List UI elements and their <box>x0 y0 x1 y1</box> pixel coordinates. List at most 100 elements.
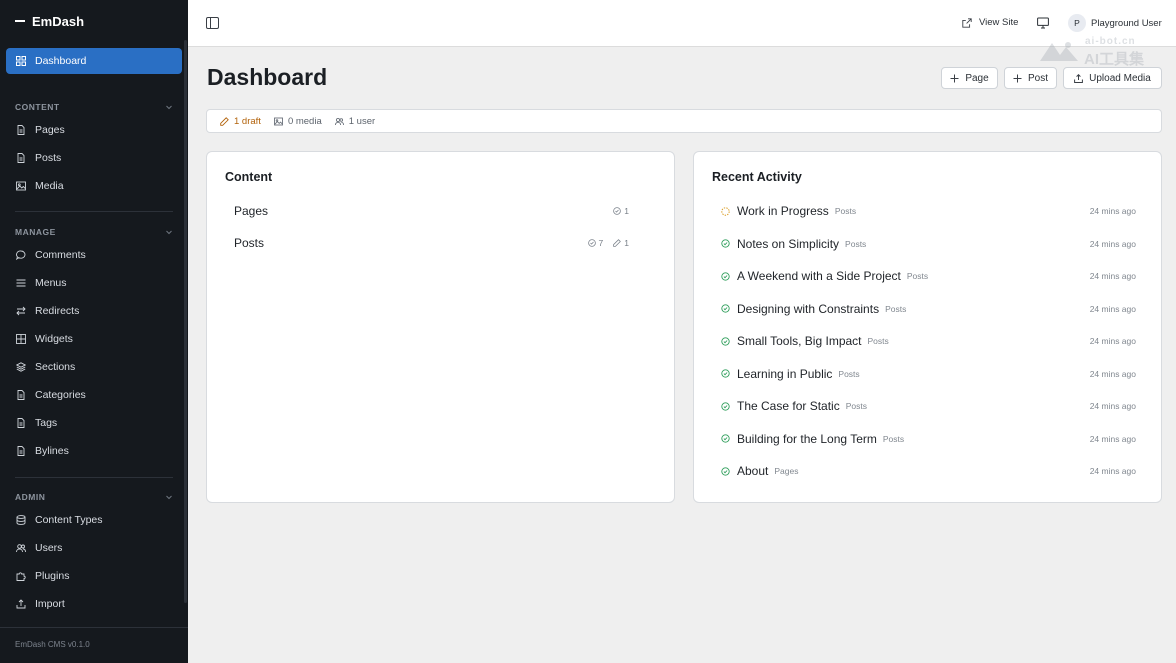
activity-time: 24 mins ago <box>1089 336 1136 346</box>
sidebar-item-widgets[interactable]: Widgets <box>6 326 182 352</box>
sidebar-item-label: Categories <box>35 389 86 401</box>
activity-title: Learning in Public <box>737 366 833 381</box>
activity-item[interactable]: Learning in Public Posts 24 mins ago <box>721 366 1136 382</box>
card-title: Recent Activity <box>712 170 802 184</box>
file-icon <box>16 390 26 400</box>
activity-item[interactable]: Designing with Constraints Posts 24 mins a… <box>721 301 1136 317</box>
activity-title: About <box>737 464 769 478</box>
activity-title: Building for the Long Term <box>737 431 877 446</box>
sidebar-item-categories[interactable]: Categories <box>6 382 182 408</box>
stat-users[interactable]: 1 user <box>334 115 376 127</box>
sidebar-item-media[interactable]: Media <box>6 173 182 199</box>
activity-type: Posts <box>885 303 907 314</box>
sidebar-item-label: Posts <box>35 152 62 164</box>
file-icon <box>16 418 26 428</box>
activity-item[interactable]: Small Tools, Big Impact Posts 24 mins ago <box>721 333 1136 349</box>
activity-item[interactable]: About Pages 24 mins ago <box>721 463 1136 479</box>
sidebar-item-users[interactable]: Users <box>6 535 182 561</box>
check-circle-icon <box>613 207 622 215</box>
button-label: Page <box>965 72 989 84</box>
recent-activity-card: Recent Activity Work in Progress Posts 24 … <box>693 151 1162 503</box>
activity-title: Small Tools, Big Impact <box>737 334 862 348</box>
new-post-button[interactable]: Post <box>1004 67 1057 89</box>
sidebar-item-dashboard[interactable]: Dashboard <box>6 48 182 74</box>
count-value: 1 <box>624 238 629 248</box>
divider <box>15 211 173 212</box>
activity-time: 24 mins ago <box>1089 303 1136 314</box>
plus-icon <box>1013 74 1022 82</box>
watermark: ai-bot.cn AI工具集 <box>1038 36 1162 68</box>
content-row-posts[interactable]: Posts 7 1 <box>234 235 629 251</box>
new-page-button[interactable]: Page <box>941 67 998 89</box>
button-label: Upload Media <box>1089 72 1151 84</box>
divider <box>15 477 173 478</box>
upload-icon <box>16 599 26 609</box>
sidebar-item-label: Import <box>35 598 65 610</box>
draft-status-icon <box>721 206 730 216</box>
published-status-icon <box>721 239 730 248</box>
sidebar-item-label: Bylines <box>35 445 69 457</box>
user-name[interactable]: Playground User <box>1091 18 1162 29</box>
chevron-down-icon <box>166 495 172 500</box>
upload-icon <box>1074 73 1084 83</box>
stat-drafts[interactable]: 1 draft <box>220 116 261 127</box>
sidebar-item-sections[interactable]: Sections <box>6 354 182 380</box>
content-card: Content Pages 1 Posts 7 1 <box>206 151 675 503</box>
monitor-icon[interactable] <box>1037 17 1049 29</box>
activity-time: 24 mins ago <box>1089 206 1136 216</box>
content-row-label: Posts <box>234 236 265 250</box>
stats-bar: 1 draft 0 media 1 user <box>206 109 1162 133</box>
image-icon <box>16 181 26 191</box>
activity-type: Posts <box>838 368 860 379</box>
sidebar-item-plugins[interactable]: Plugins <box>6 563 182 589</box>
sidebar-item-posts[interactable]: Posts <box>6 145 182 171</box>
sidebar-item-import[interactable]: Import <box>6 591 182 617</box>
watermark-label: AI工具集 <box>1084 51 1145 68</box>
activity-time: 24 mins ago <box>1089 401 1136 411</box>
button-label: Post <box>1027 72 1048 84</box>
sidebar-item-bylines[interactable]: Bylines <box>6 438 182 464</box>
view-site-link[interactable]: View Site <box>962 17 1018 28</box>
activity-type: Posts <box>845 238 867 249</box>
sidebar-toggle-icon[interactable] <box>206 17 219 29</box>
sidebar-item-comments[interactable]: Comments <box>6 242 182 268</box>
top-bar: View Site P Playground User <box>188 0 1176 47</box>
activity-time: 24 mins ago <box>1089 466 1136 476</box>
published-status-icon <box>721 336 730 346</box>
sidebar-item-label: Sections <box>35 361 76 373</box>
content-row-label: Pages <box>234 204 269 218</box>
activity-type: Posts <box>882 433 905 444</box>
activity-type: Posts <box>906 271 929 281</box>
sidebar-item-redirects[interactable]: Redirects <box>6 298 182 324</box>
upload-media-button[interactable]: Upload Media <box>1063 67 1162 89</box>
activity-title: Work in Progress <box>737 204 829 218</box>
avatar[interactable]: P <box>1068 14 1086 32</box>
stat-media[interactable]: 0 media <box>273 116 322 127</box>
activity-type: Posts <box>845 401 867 411</box>
activity-type: Posts <box>834 206 857 216</box>
sidebar-scrollbar[interactable] <box>184 40 187 603</box>
section-header-manage[interactable]: MANAGE <box>15 226 173 238</box>
sidebar-item-pages[interactable]: Pages <box>6 117 182 143</box>
content-row-meta: 7 1 <box>578 238 629 248</box>
brand[interactable]: EmDash <box>15 12 84 30</box>
sidebar-item-menus[interactable]: Menus <box>6 270 182 296</box>
sidebar-item-tags[interactable]: Tags <box>6 410 182 436</box>
content-row-pages[interactable]: Pages 1 <box>234 203 629 219</box>
activity-time: 24 mins ago <box>1089 368 1136 379</box>
activity-title: Notes on Simplicity <box>737 236 840 251</box>
file-icon <box>16 153 26 163</box>
section-header-content[interactable]: CONTENT <box>15 101 173 113</box>
stat-label: 1 user <box>348 115 376 127</box>
activity-item[interactable]: Work in Progress Posts 24 mins ago <box>721 203 1136 219</box>
activity-item[interactable]: A Weekend with a Side Project Posts 24 min… <box>721 268 1136 284</box>
section-header-admin[interactable]: ADMIN <box>15 491 173 503</box>
sidebar-item-label: Menus <box>35 277 67 289</box>
activity-item[interactable]: The Case for Static Posts 24 mins ago <box>721 398 1136 414</box>
menu-icon <box>16 278 26 288</box>
activity-title: Designing with Constraints <box>737 301 880 316</box>
activity-item[interactable]: Notes on Simplicity Posts 24 mins ago <box>721 236 1136 252</box>
sidebar-item-label: Tags <box>35 417 58 429</box>
activity-item[interactable]: Building for the Long Term Posts 24 mins a… <box>721 431 1136 447</box>
sidebar-item-content-types[interactable]: Content Types <box>6 507 182 533</box>
